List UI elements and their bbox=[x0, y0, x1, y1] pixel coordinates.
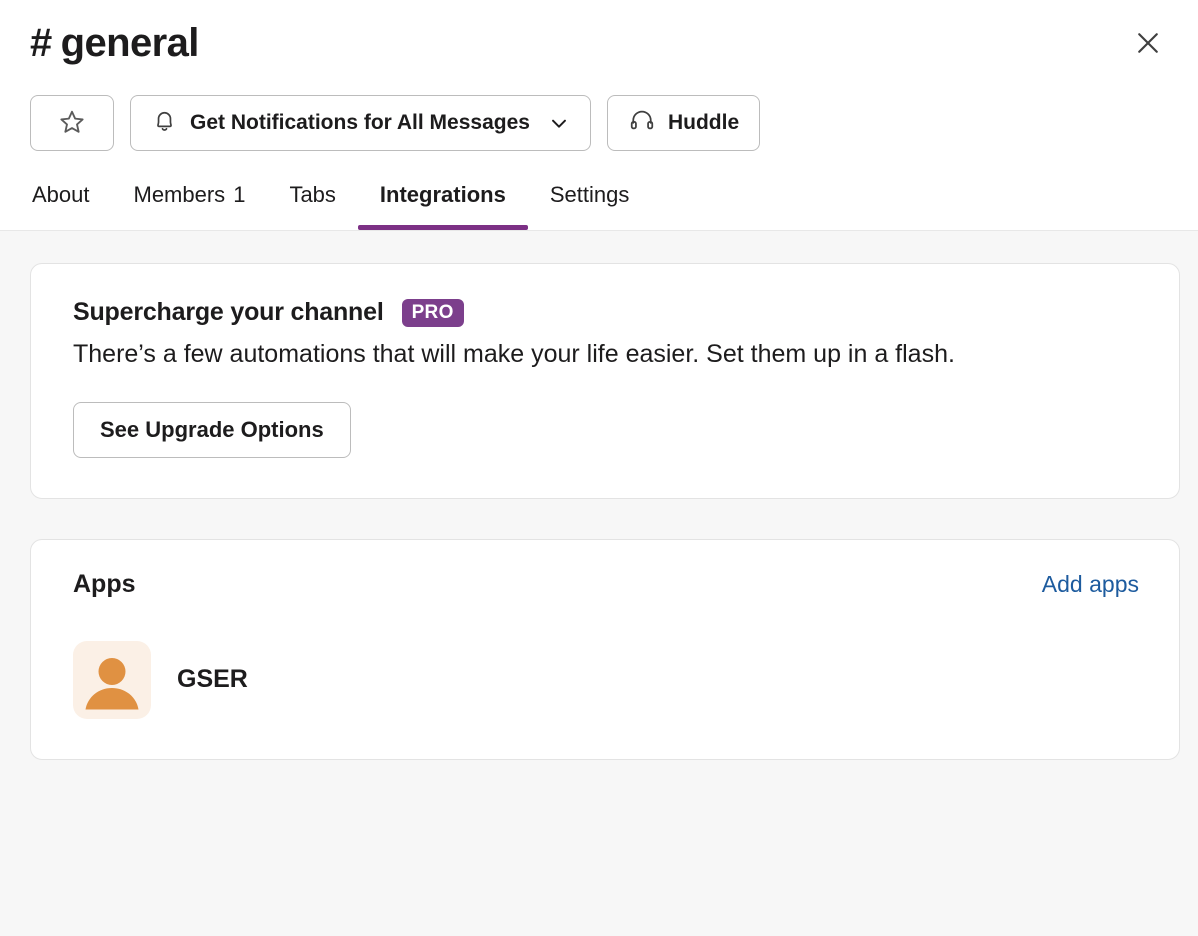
pro-badge: PRO bbox=[401, 298, 464, 327]
apps-card-header: Apps Add apps bbox=[73, 570, 1139, 599]
content-area: Supercharge your channel PRO There’s a f… bbox=[0, 231, 1198, 936]
add-apps-link[interactable]: Add apps bbox=[1042, 571, 1139, 598]
chevron-down-icon bbox=[548, 112, 570, 134]
bell-icon bbox=[151, 107, 178, 140]
tab-members-label: Members bbox=[133, 182, 226, 207]
app-name: GSER bbox=[177, 665, 248, 693]
tab-integrations[interactable]: Integrations bbox=[357, 160, 528, 230]
huddle-button-label: Huddle bbox=[667, 111, 740, 134]
tab-tabs[interactable]: Tabs bbox=[267, 160, 357, 230]
see-upgrade-options-button[interactable]: See Upgrade Options bbox=[73, 401, 351, 458]
tab-about[interactable]: About bbox=[32, 160, 112, 230]
channel-details-panel: # general Get Notifications for All Mess… bbox=[0, 0, 1198, 936]
upgrade-card-header: Supercharge your channel PRO bbox=[73, 298, 1139, 327]
notifications-button[interactable]: Get Notifications for All Messages bbox=[130, 95, 591, 151]
tab-about-label: About bbox=[32, 182, 90, 207]
tab-settings-label: Settings bbox=[549, 182, 630, 207]
channel-name: general bbox=[60, 21, 200, 65]
close-icon bbox=[1133, 28, 1163, 61]
notifications-button-label: Get Notifications for All Messages bbox=[190, 111, 530, 134]
header-actions: Get Notifications for All Messages Huddl… bbox=[0, 86, 1198, 160]
tab-members[interactable]: Members 1 bbox=[112, 160, 268, 230]
tab-members-count: 1 bbox=[233, 182, 246, 207]
page-title: # general bbox=[30, 18, 199, 68]
star-channel-button[interactable] bbox=[30, 95, 114, 151]
tab-tabs-label: Tabs bbox=[289, 182, 336, 207]
list-item[interactable]: GSER bbox=[73, 640, 1139, 719]
hash-icon: # bbox=[30, 21, 52, 65]
title-row: # general bbox=[0, 0, 1198, 86]
apps-card-title: Apps bbox=[73, 569, 136, 598]
close-button[interactable] bbox=[1126, 22, 1170, 66]
tab-settings[interactable]: Settings bbox=[528, 160, 652, 230]
panel-header: # general Get Notifications for All Mess… bbox=[0, 0, 1198, 231]
upgrade-card-title: Supercharge your channel bbox=[73, 298, 384, 326]
star-icon bbox=[58, 108, 86, 139]
apps-card: Apps Add apps GSER bbox=[30, 538, 1180, 760]
upgrade-card: Supercharge your channel PRO There’s a f… bbox=[30, 263, 1180, 499]
upgrade-card-body: There’s a few automations that will make… bbox=[73, 340, 955, 368]
tab-integrations-label: Integrations bbox=[379, 182, 506, 207]
huddle-button[interactable]: Huddle bbox=[606, 95, 761, 151]
tab-bar: About Members 1 Tabs Integrations Settin… bbox=[0, 160, 1198, 230]
headphones-icon bbox=[628, 106, 656, 140]
person-avatar-icon bbox=[73, 640, 151, 719]
